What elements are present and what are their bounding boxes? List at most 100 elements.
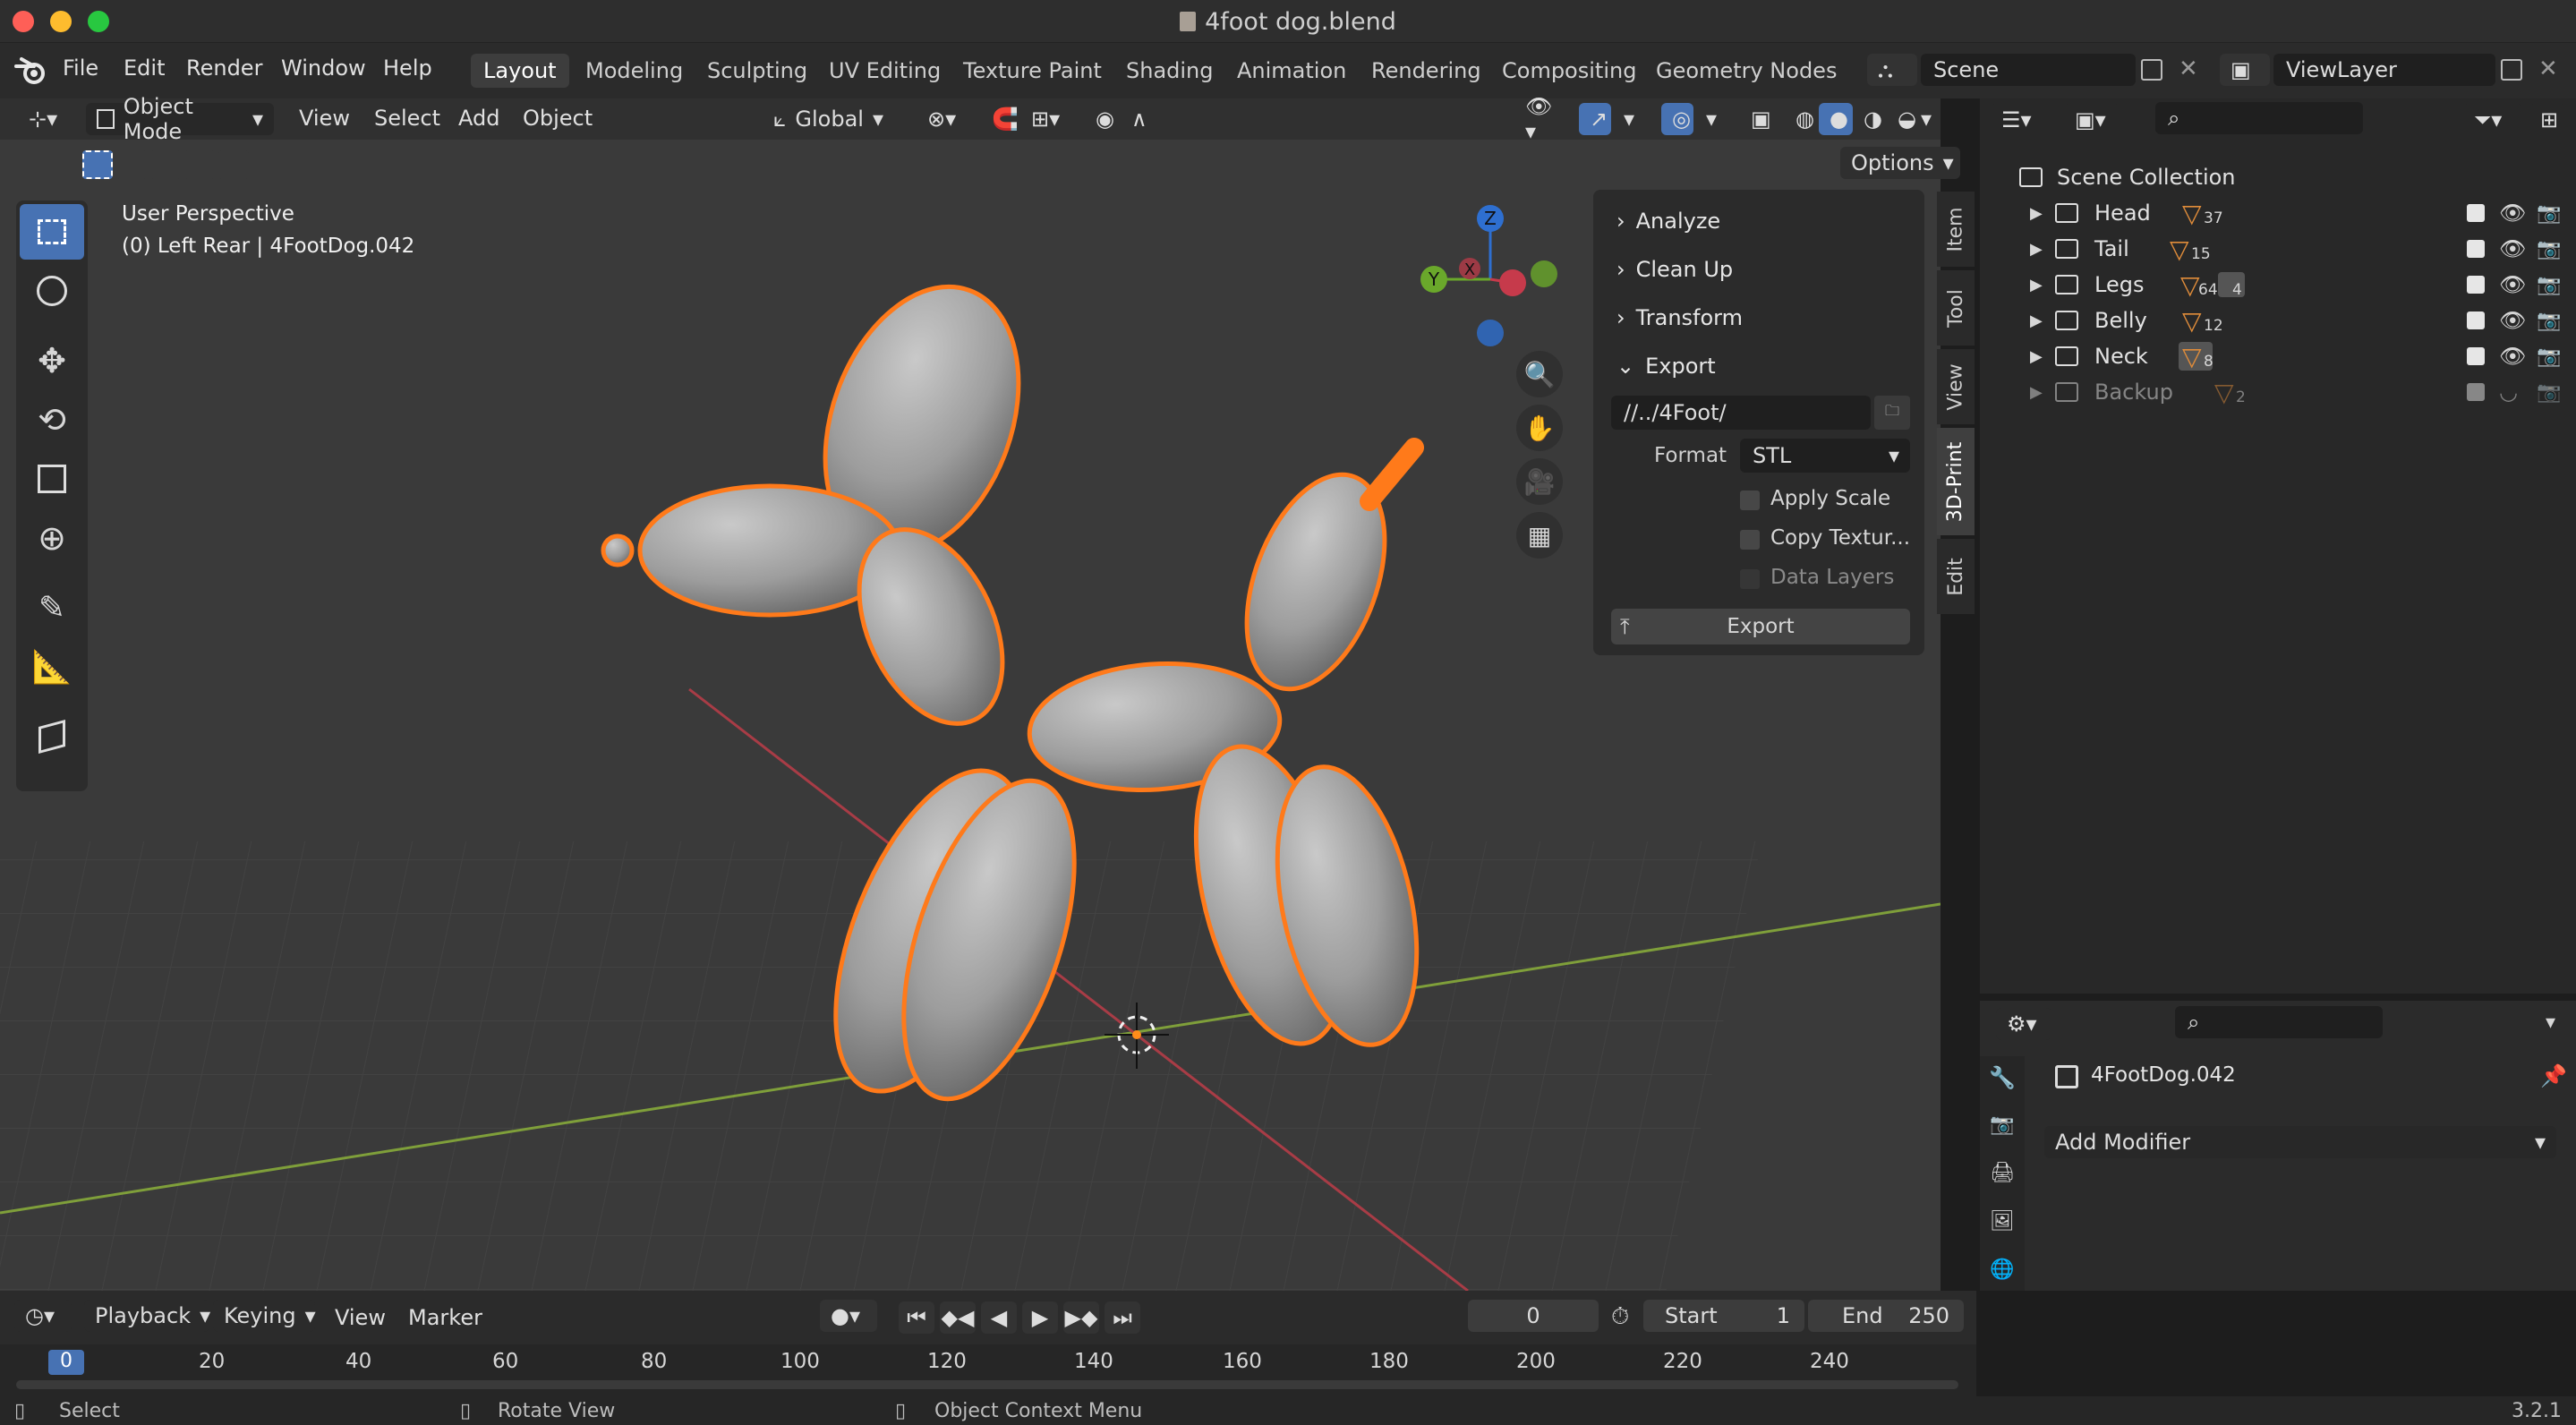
folder-browse-icon[interactable]: 🗀 [1874, 396, 1910, 430]
sidebar-tab-3d-print[interactable]: 3D-Print [1937, 428, 1975, 535]
sidebar-tab-tool[interactable]: Tool [1937, 270, 1975, 346]
overlay-dropdown-icon[interactable]: ▾ [1695, 103, 1727, 135]
menu-window[interactable]: Window [281, 55, 366, 81]
properties-search-input[interactable]: ⌕ [2175, 1006, 2383, 1038]
timeline-menu-marker[interactable]: Marker [408, 1305, 482, 1330]
blender-logo-icon[interactable] [14, 55, 48, 86]
pivot-point-icon[interactable]: ⊗▾ [917, 103, 979, 135]
exclude-checkbox[interactable] [2467, 347, 2485, 365]
expand-arrow-icon[interactable]: ▶ [2030, 347, 2043, 366]
pin-icon[interactable]: 📌 [2540, 1063, 2567, 1088]
eye-icon[interactable]: 👁 [2499, 308, 2526, 333]
outliner-row-backup[interactable]: ▶ Backup ▽ 2 ◡ 📷 [1980, 374, 2576, 410]
snap-target-icon[interactable]: ⊞▾ [1020, 103, 1074, 135]
select-invert-icon[interactable] [184, 150, 215, 179]
eye-icon[interactable]: 👁 [2499, 272, 2526, 297]
section-export[interactable]: ⌄ Export [1602, 346, 1915, 387]
section-analyze[interactable]: › Analyze [1602, 201, 1915, 242]
display-mode-icon[interactable]: ▣▾ [2064, 104, 2120, 136]
perspective-toggle-icon[interactable]: ▦ [1516, 512, 1563, 559]
exclude-checkbox[interactable] [2467, 276, 2485, 294]
export-button[interactable]: ⤒ Export [1611, 609, 1910, 644]
export-path-input[interactable]: //../4Foot/ [1611, 396, 1871, 430]
timeline-editor-icon[interactable]: ◷▾ [14, 1300, 72, 1332]
preview-range-icon[interactable]: ⏱ [1611, 1303, 1629, 1331]
new-view-layer-icon[interactable] [2501, 59, 2522, 81]
cursor-tool-icon[interactable] [20, 263, 84, 319]
tab-texture-paint[interactable]: Texture Paint [951, 54, 1114, 88]
add-cube-tool-icon[interactable] [20, 709, 84, 764]
scale-tool-icon[interactable] [20, 451, 84, 507]
jump-keyframe-forward-icon[interactable]: ▶◆ [1063, 1301, 1099, 1334]
expand-arrow-icon[interactable]: ▶ [2030, 204, 2043, 223]
section-transform[interactable]: › Transform [1602, 297, 1915, 338]
rotate-tool-icon[interactable]: ⟲ [20, 392, 84, 448]
tab-sculpting[interactable]: Sculpting [695, 54, 820, 88]
gizmo-toggle-icon[interactable]: ↗ [1579, 103, 1611, 135]
jump-keyframe-back-icon[interactable]: ◆◀ [940, 1301, 976, 1334]
section-clean-up[interactable]: › Clean Up [1602, 249, 1915, 290]
timeline-menu-view[interactable]: View [335, 1305, 386, 1330]
material-shading-icon[interactable]: ◑ [1853, 103, 1887, 135]
playback-menu[interactable]: Playback ▾ [84, 1300, 210, 1332]
pan-view-icon[interactable]: ✋ [1516, 405, 1563, 451]
menu-help[interactable]: Help [383, 55, 432, 81]
move-tool-icon[interactable]: ✥ [20, 333, 84, 388]
transform-orientation-dropdown[interactable]: ⟀ Global ▾ [763, 103, 906, 135]
eye-closed-icon[interactable]: ◡ [2499, 380, 2518, 405]
select-subtract-icon[interactable] [150, 150, 181, 179]
camera-icon[interactable]: 📷 [2537, 274, 2561, 296]
shading-dropdown-icon[interactable]: ▾ [1921, 103, 1941, 135]
tab-compositing[interactable]: Compositing [1489, 54, 1649, 88]
transform-tool-icon[interactable]: ⊕ [20, 510, 84, 566]
tab-animation[interactable]: Animation [1224, 54, 1359, 88]
eye-icon[interactable]: 👁 [2499, 236, 2526, 261]
sidebar-tab-view[interactable]: View [1937, 349, 1975, 424]
wireframe-shading-icon[interactable]: ◍ [1785, 103, 1819, 135]
expand-arrow-icon[interactable]: ▶ [2030, 383, 2043, 402]
expand-arrow-icon[interactable]: ▶ [2030, 240, 2043, 259]
outliner-row-head[interactable]: ▶ Head ▽ 37 👁 📷 [1980, 195, 2576, 231]
exclude-checkbox[interactable] [2467, 383, 2485, 401]
keying-menu[interactable]: Keying ▾ [213, 1300, 316, 1332]
properties-dropdown-icon[interactable]: ▾ [2546, 1011, 2555, 1034]
outliner-row-neck[interactable]: ▶ Neck ▽ 8 👁 📷 [1980, 338, 2576, 374]
play-reverse-icon[interactable]: ◀ [981, 1301, 1017, 1334]
end-frame-field[interactable]: End 250 [1808, 1300, 1964, 1332]
filter-icon[interactable]: ⏷▾ [2463, 104, 2522, 136]
delete-scene-icon[interactable]: ✕ [2179, 55, 2198, 82]
menu-file[interactable]: File [63, 55, 98, 81]
playhead[interactable]: 0 [48, 1350, 84, 1375]
new-collection-icon[interactable]: ⊞ [2529, 104, 2565, 136]
start-frame-field[interactable]: Start 1 [1643, 1300, 1804, 1332]
camera-icon[interactable]: 📷 [2537, 238, 2561, 260]
annotate-tool-icon[interactable]: ✎ [20, 580, 84, 636]
view-layer-properties-icon[interactable]: 🖼 [1980, 1210, 2025, 1246]
camera-icon[interactable]: 📷 [2537, 381, 2561, 404]
exclude-checkbox[interactable] [2467, 311, 2485, 329]
viewport-menu-view[interactable]: View [299, 106, 350, 131]
tool-properties-icon[interactable]: 🔧 [1980, 1065, 2025, 1101]
scene-browse-icon[interactable]: ⛬ [1867, 54, 1917, 86]
camera-icon[interactable]: 📷 [2537, 202, 2561, 225]
scene-name-field[interactable]: Scene [1921, 54, 2136, 86]
auto-keying-icon[interactable]: ●▾ [820, 1300, 877, 1332]
object-mode-dropdown[interactable]: Object Mode ▾ [86, 94, 274, 144]
solid-shading-icon[interactable]: ● [1819, 103, 1853, 135]
viewport-menu-add[interactable]: Add [458, 106, 499, 131]
view-layer-name-field[interactable]: ViewLayer [2273, 54, 2495, 86]
tab-uv-editing[interactable]: UV Editing [816, 54, 953, 88]
outliner-row-tail[interactable]: ▶ Tail ▽ 15 👁 📷 [1980, 231, 2576, 267]
menu-render[interactable]: Render [186, 55, 262, 81]
viewport-menu-select[interactable]: Select [374, 106, 440, 131]
outliner-row-belly[interactable]: ▶ Belly ▽ 12 👁 📷 [1980, 303, 2576, 338]
select-intersect-icon[interactable] [218, 150, 249, 179]
output-properties-icon[interactable]: 🖨 [1980, 1162, 2025, 1198]
select-new-icon[interactable] [82, 150, 113, 179]
snap-toggle-icon[interactable]: 🧲 [981, 103, 1020, 135]
measure-tool-icon[interactable]: 📐 [20, 639, 84, 695]
properties-editor-icon[interactable]: ⚙▾ [1996, 1008, 2051, 1040]
jump-end-icon[interactable]: ⏭ [1105, 1301, 1140, 1334]
play-icon[interactable]: ▶ [1022, 1301, 1058, 1334]
data-layers-checkbox[interactable] [1740, 569, 1760, 589]
